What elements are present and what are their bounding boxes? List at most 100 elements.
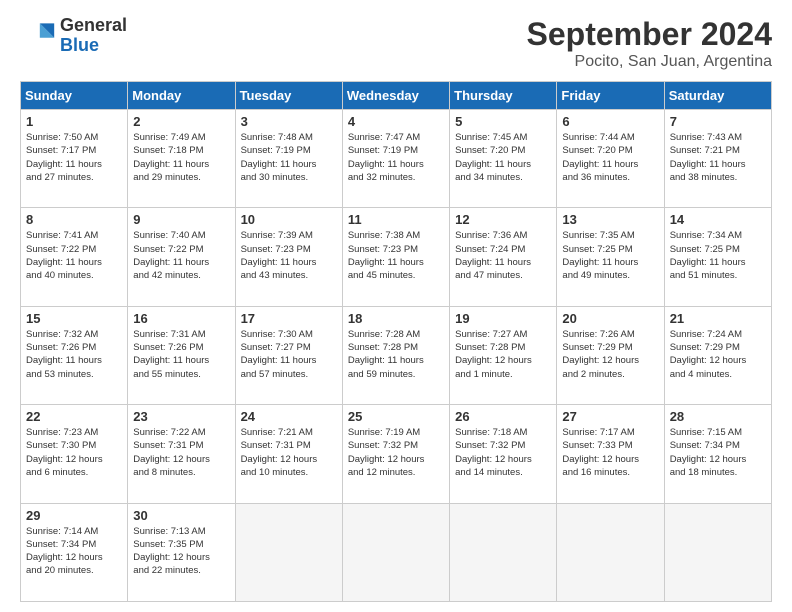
day-number: 7 xyxy=(670,114,766,129)
logo-general: General xyxy=(60,16,127,36)
day-number: 29 xyxy=(26,508,122,523)
day-info: Sunrise: 7:26 AMSunset: 7:29 PMDaylight:… xyxy=(562,328,658,381)
day-info: Sunrise: 7:15 AMSunset: 7:34 PMDaylight:… xyxy=(670,426,766,479)
day-number: 11 xyxy=(348,212,444,227)
header-saturday: Saturday xyxy=(664,82,771,110)
table-row: 4 Sunrise: 7:47 AMSunset: 7:19 PMDaylight… xyxy=(342,110,449,208)
day-info: Sunrise: 7:36 AMSunset: 7:24 PMDaylight:… xyxy=(455,229,551,282)
day-info: Sunrise: 7:31 AMSunset: 7:26 PMDaylight:… xyxy=(133,328,229,381)
table-row: 28 Sunrise: 7:15 AMSunset: 7:34 PMDayligh… xyxy=(664,405,771,503)
header: General Blue September 2024 Pocito, San … xyxy=(20,16,772,71)
header-friday: Friday xyxy=(557,82,664,110)
day-info: Sunrise: 7:34 AMSunset: 7:25 PMDaylight:… xyxy=(670,229,766,282)
table-row: 13Sunrise: 7:35 AMSunset: 7:25 PMDayligh… xyxy=(557,208,664,306)
day-info: Sunrise: 7:38 AMSunset: 7:23 PMDaylight:… xyxy=(348,229,444,282)
day-info: Sunrise: 7:13 AMSunset: 7:35 PMDaylight:… xyxy=(133,525,229,578)
day-number: 28 xyxy=(670,409,766,424)
day-number: 13 xyxy=(562,212,658,227)
day-info: Sunrise: 7:41 AMSunset: 7:22 PMDaylight:… xyxy=(26,229,122,282)
table-row: 11 Sunrise: 7:38 AMSunset: 7:23 PMDayligh… xyxy=(342,208,449,306)
logo-text: General Blue xyxy=(60,16,127,56)
day-info: Sunrise: 7:44 AMSunset: 7:20 PMDaylight:… xyxy=(562,131,658,184)
table-row: 6 Sunrise: 7:44 AMSunset: 7:20 PMDaylight… xyxy=(557,110,664,208)
table-row: 19 Sunrise: 7:27 AMSunset: 7:28 PMDayligh… xyxy=(450,306,557,404)
table-row: 17 Sunrise: 7:30 AMSunset: 7:27 PMDayligh… xyxy=(235,306,342,404)
day-info: Sunrise: 7:47 AMSunset: 7:19 PMDaylight:… xyxy=(348,131,444,184)
day-info: Sunrise: 7:28 AMSunset: 7:28 PMDaylight:… xyxy=(348,328,444,381)
table-row: 30 Sunrise: 7:13 AMSunset: 7:35 PMDayligh… xyxy=(128,503,235,601)
day-number: 10 xyxy=(241,212,337,227)
day-number: 22 xyxy=(26,409,122,424)
day-info: Sunrise: 7:48 AMSunset: 7:19 PMDaylight:… xyxy=(241,131,337,184)
header-sunday: Sunday xyxy=(21,82,128,110)
day-number: 20 xyxy=(562,311,658,326)
day-number: 6 xyxy=(562,114,658,129)
table-row: 15 Sunrise: 7:32 AMSunset: 7:26 PMDayligh… xyxy=(21,306,128,404)
table-row: 27 Sunrise: 7:17 AMSunset: 7:33 PMDayligh… xyxy=(557,405,664,503)
day-number: 30 xyxy=(133,508,229,523)
day-number: 24 xyxy=(241,409,337,424)
page: General Blue September 2024 Pocito, San … xyxy=(0,0,792,612)
day-info: Sunrise: 7:17 AMSunset: 7:33 PMDaylight:… xyxy=(562,426,658,479)
header-monday: Monday xyxy=(128,82,235,110)
day-number: 8 xyxy=(26,212,122,227)
table-row xyxy=(235,503,342,601)
table-row: 23 Sunrise: 7:22 AMSunset: 7:31 PMDayligh… xyxy=(128,405,235,503)
day-info: Sunrise: 7:23 AMSunset: 7:30 PMDaylight:… xyxy=(26,426,122,479)
table-row: 22 Sunrise: 7:23 AMSunset: 7:30 PMDayligh… xyxy=(21,405,128,503)
day-number: 15 xyxy=(26,311,122,326)
table-row: 5 Sunrise: 7:45 AMSunset: 7:20 PMDaylight… xyxy=(450,110,557,208)
day-info: Sunrise: 7:49 AMSunset: 7:18 PMDaylight:… xyxy=(133,131,229,184)
table-row: 16 Sunrise: 7:31 AMSunset: 7:26 PMDayligh… xyxy=(128,306,235,404)
day-info: Sunrise: 7:18 AMSunset: 7:32 PMDaylight:… xyxy=(455,426,551,479)
table-row: 7Sunrise: 7:43 AMSunset: 7:21 PMDaylight… xyxy=(664,110,771,208)
day-number: 23 xyxy=(133,409,229,424)
table-row: 26 Sunrise: 7:18 AMSunset: 7:32 PMDayligh… xyxy=(450,405,557,503)
table-row: 29Sunrise: 7:14 AMSunset: 7:34 PMDayligh… xyxy=(21,503,128,601)
day-info: Sunrise: 7:22 AMSunset: 7:31 PMDaylight:… xyxy=(133,426,229,479)
table-row: 24 Sunrise: 7:21 AMSunset: 7:31 PMDayligh… xyxy=(235,405,342,503)
day-info: Sunrise: 7:30 AMSunset: 7:27 PMDaylight:… xyxy=(241,328,337,381)
day-number: 27 xyxy=(562,409,658,424)
table-row: 14Sunrise: 7:34 AMSunset: 7:25 PMDayligh… xyxy=(664,208,771,306)
day-number: 26 xyxy=(455,409,551,424)
day-info: Sunrise: 7:27 AMSunset: 7:28 PMDaylight:… xyxy=(455,328,551,381)
calendar-title: September 2024 xyxy=(527,16,772,53)
day-number: 1 xyxy=(26,114,122,129)
day-info: Sunrise: 7:21 AMSunset: 7:31 PMDaylight:… xyxy=(241,426,337,479)
day-number: 9 xyxy=(133,212,229,227)
calendar-table: Sunday Monday Tuesday Wednesday Thursday… xyxy=(20,81,772,602)
header-wednesday: Wednesday xyxy=(342,82,449,110)
table-row: 21Sunrise: 7:24 AMSunset: 7:29 PMDayligh… xyxy=(664,306,771,404)
day-number: 12 xyxy=(455,212,551,227)
day-info: Sunrise: 7:45 AMSunset: 7:20 PMDaylight:… xyxy=(455,131,551,184)
table-row: 8 Sunrise: 7:41 AMSunset: 7:22 PMDaylight… xyxy=(21,208,128,306)
table-row: 10Sunrise: 7:39 AMSunset: 7:23 PMDayligh… xyxy=(235,208,342,306)
table-row: 20 Sunrise: 7:26 AMSunset: 7:29 PMDayligh… xyxy=(557,306,664,404)
logo-icon xyxy=(20,18,56,54)
day-number: 2 xyxy=(133,114,229,129)
table-row xyxy=(557,503,664,601)
table-row: 1 Sunrise: 7:50 AMSunset: 7:17 PMDaylight… xyxy=(21,110,128,208)
day-number: 3 xyxy=(241,114,337,129)
day-number: 5 xyxy=(455,114,551,129)
day-number: 4 xyxy=(348,114,444,129)
table-row: 2 Sunrise: 7:49 AMSunset: 7:18 PMDaylight… xyxy=(128,110,235,208)
day-number: 19 xyxy=(455,311,551,326)
day-info: Sunrise: 7:50 AMSunset: 7:17 PMDaylight:… xyxy=(26,131,122,184)
table-row xyxy=(342,503,449,601)
day-number: 25 xyxy=(348,409,444,424)
day-info: Sunrise: 7:32 AMSunset: 7:26 PMDaylight:… xyxy=(26,328,122,381)
calendar-subtitle: Pocito, San Juan, Argentina xyxy=(527,53,772,71)
table-row: 9 Sunrise: 7:40 AMSunset: 7:22 PMDaylight… xyxy=(128,208,235,306)
table-row: 12 Sunrise: 7:36 AMSunset: 7:24 PMDayligh… xyxy=(450,208,557,306)
day-info: Sunrise: 7:24 AMSunset: 7:29 PMDaylight:… xyxy=(670,328,766,381)
table-row: 3 Sunrise: 7:48 AMSunset: 7:19 PMDaylight… xyxy=(235,110,342,208)
table-row: 18Sunrise: 7:28 AMSunset: 7:28 PMDayligh… xyxy=(342,306,449,404)
day-number: 16 xyxy=(133,311,229,326)
header-tuesday: Tuesday xyxy=(235,82,342,110)
logo: General Blue xyxy=(20,16,127,56)
header-thursday: Thursday xyxy=(450,82,557,110)
day-info: Sunrise: 7:40 AMSunset: 7:22 PMDaylight:… xyxy=(133,229,229,282)
day-number: 17 xyxy=(241,311,337,326)
